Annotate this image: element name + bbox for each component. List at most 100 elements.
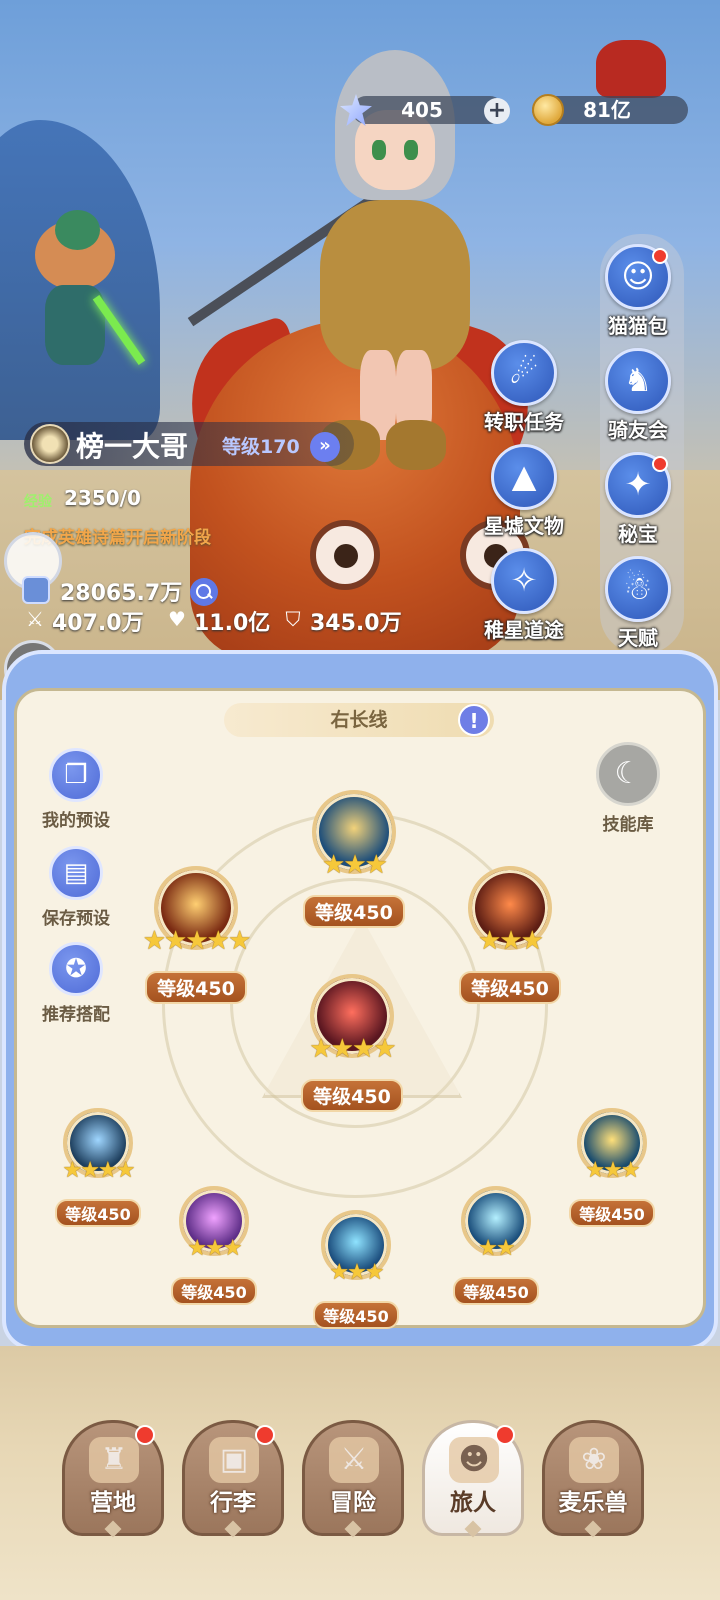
nav-diamond (224, 1520, 242, 1538)
loadout-tab[interactable]: 右长线 (224, 703, 494, 737)
skill-slot[interactable]: ★★★ 等级450 (557, 1108, 667, 1227)
exp-value: 2350/0 (64, 486, 141, 510)
tool-label: 我的预设 (42, 811, 110, 831)
menu-label: 转职任务 (484, 410, 564, 434)
player-name-bar (24, 422, 354, 466)
skill-library-label: 技能库 (602, 815, 654, 835)
tool-label: 推荐搭配 (42, 1005, 110, 1025)
level-details-button[interactable]: » (310, 432, 340, 462)
moon-icon: ☾ (596, 742, 660, 806)
skill-stars: ★★★ (322, 850, 388, 880)
skill-library-button[interactable]: ☾ 技能库 (592, 742, 664, 835)
mount-eye-left (310, 520, 380, 590)
castle-icon: ♜ (89, 1437, 139, 1483)
notification-badge (135, 1425, 155, 1445)
skill-stars: ★★★ (585, 1158, 640, 1183)
nav-tab-traveler-portrait[interactable]: ☻ 旅人 (422, 1420, 524, 1538)
menu-label: 天赋 (618, 626, 658, 650)
player-level: 等级170 (222, 436, 300, 458)
center-menu-mountain-relic[interactable]: ▲ 星墟文物 (484, 444, 564, 544)
skill-stars: ★★★ (329, 1260, 384, 1285)
skill-stars: ★★★ (478, 926, 544, 956)
add-gems-button[interactable]: + (484, 98, 510, 124)
right-menu-horse[interactable]: ♞ 骑友会 (598, 348, 678, 448)
skill-slot[interactable]: ★★★ 等级450 (445, 866, 575, 1004)
right-menu-cat-bag[interactable]: ☺ 猫猫包 (598, 244, 678, 344)
nav-tab-castle[interactable]: ♜ 营地 (62, 1420, 164, 1538)
gold-value: 81亿 (583, 98, 631, 122)
skill-stars: ★★★ (187, 1236, 242, 1261)
tool-save[interactable]: ▤ 保存预设 (36, 846, 116, 929)
gem-value: 405 (401, 98, 443, 122)
nav-label: 营地 (90, 1490, 136, 1516)
center-menu-star-path[interactable]: ✧ 稚星道途 (484, 548, 564, 648)
skill-level: 等级450 (313, 1301, 399, 1329)
gold-coin-icon (532, 94, 564, 126)
menu-label: 骑友会 (608, 418, 668, 442)
traveler-portrait-icon: ☻ (449, 1437, 499, 1483)
skill-slot[interactable]: ★★★★★ 等级450 (131, 866, 261, 1004)
skill-level: 等级450 (301, 1079, 403, 1112)
nav-tab-luggage[interactable]: ▣ 行李 (182, 1420, 284, 1538)
tool-label: 保存预设 (42, 909, 110, 929)
skill-slot[interactable]: ★★★★ 等级450 (287, 974, 417, 1112)
recommend-icon: ✪ (49, 942, 103, 996)
npc-hat (55, 210, 100, 250)
exp-label: 经验 (24, 494, 52, 510)
skill-slot[interactable]: ★★★ 等级450 (159, 1186, 269, 1305)
skill-level: 等级450 (569, 1199, 655, 1227)
nav-diamond (104, 1520, 122, 1538)
menu-label: 猫猫包 (608, 314, 668, 338)
nav-diamond (584, 1520, 602, 1538)
power-search-button[interactable] (190, 578, 218, 606)
defense-value: 345.0万 (310, 611, 402, 636)
right-menu-treasure[interactable]: ✦ 秘宝 (598, 452, 678, 552)
npc-cat-character[interactable] (20, 210, 146, 370)
loadout-info-button[interactable]: ! (458, 704, 490, 736)
power-badge-icon (22, 576, 50, 604)
crossed-swords-icon: ⚔ (26, 607, 44, 631)
skill-level: 等级450 (303, 895, 405, 928)
skill-slot[interactable]: ★★ 等级450 (441, 1186, 551, 1305)
skill-stars: ★★★★★ (142, 926, 252, 956)
tool-preset[interactable]: ❐ 我的预设 (36, 748, 116, 831)
nav-label: 旅人 (450, 1490, 496, 1516)
skill-level: 等级450 (55, 1199, 141, 1227)
hero-body (320, 200, 470, 370)
right-menu-brain[interactable]: ☃ 天赋 (598, 556, 678, 656)
menu-label: 星墟文物 (484, 514, 564, 538)
player-name: 榜一大哥 (76, 430, 189, 463)
treasure-chest-decoration[interactable] (596, 40, 666, 98)
hero-eye (404, 140, 418, 160)
guild-emblem-icon[interactable] (30, 424, 70, 464)
tool-recommend[interactable]: ✪ 推荐搭配 (36, 942, 116, 1025)
notification-badge (255, 1425, 275, 1445)
brain-icon: ☃ (623, 569, 653, 607)
heart-icon: ♥ (168, 607, 186, 631)
notification-badge (495, 1425, 515, 1445)
notification-badge (652, 248, 668, 264)
pet-face-icon: ❀ (569, 1437, 619, 1483)
skill-slot[interactable]: ★★★★ 等级450 (43, 1108, 153, 1227)
nav-label: 麦乐兽 (558, 1490, 628, 1516)
crossed-swords-icon: ⚔ (329, 1437, 379, 1483)
menu-label: 秘宝 (618, 522, 658, 546)
mountain-relic-icon: ▲ (511, 457, 537, 495)
skill-level: 等级450 (453, 1277, 539, 1305)
nav-tab-pet-face[interactable]: ❀ 麦乐兽 (542, 1420, 644, 1538)
plus-icon: + (487, 98, 507, 123)
info-icon: ! (469, 709, 479, 733)
skill-slot[interactable]: ★★★ 等级450 (289, 790, 419, 928)
luggage-icon: ▣ (209, 1437, 259, 1483)
menu-label: 稚星道途 (484, 618, 564, 642)
nav-tab-crossed-swords[interactable]: ⚔ 冒险 (302, 1420, 404, 1538)
center-menu-class-change[interactable]: ☄ 转职任务 (484, 340, 564, 440)
attack-value: 407.0万 (52, 611, 144, 636)
horse-icon: ♞ (623, 361, 653, 399)
double-chevron-right-icon: » (319, 435, 331, 456)
notification-badge (652, 456, 668, 472)
skill-slot[interactable]: ★★★ 等级450 (301, 1210, 411, 1329)
class-change-icon: ☄ (509, 353, 539, 391)
nav-diamond (344, 1520, 362, 1538)
skill-level: 等级450 (459, 971, 561, 1004)
